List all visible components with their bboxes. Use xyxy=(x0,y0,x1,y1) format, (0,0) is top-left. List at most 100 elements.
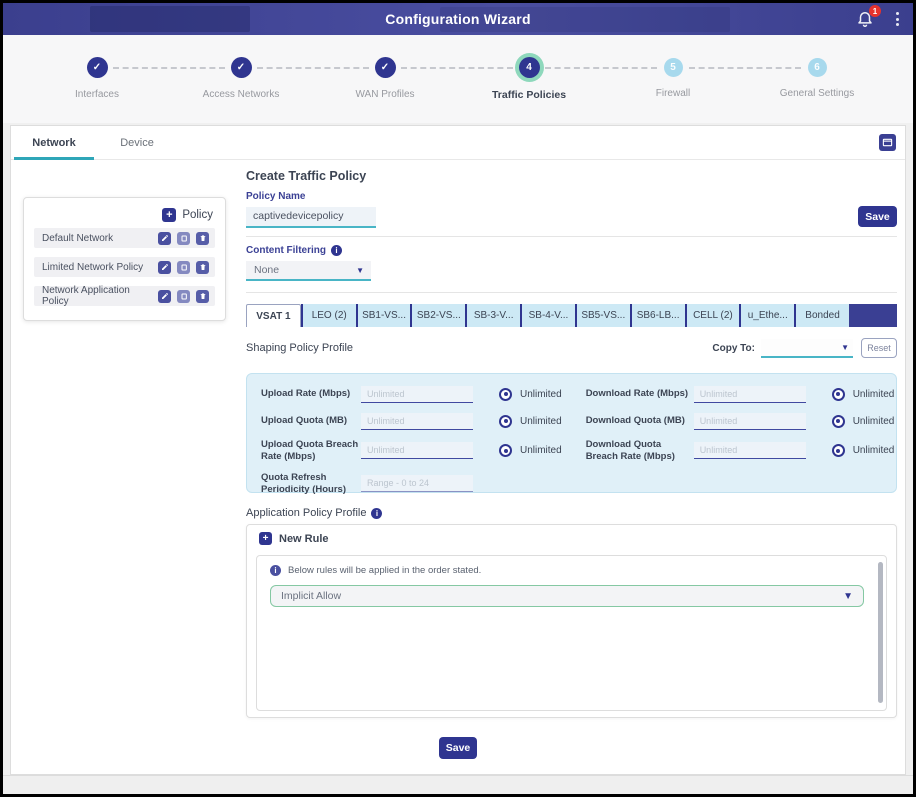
download-quota-input[interactable] xyxy=(694,413,806,430)
rules-list-container: i Below rules will be applied in the ord… xyxy=(256,555,887,711)
step-number: 6 xyxy=(808,58,827,77)
policy-name: Limited Network Policy xyxy=(42,262,143,273)
shaping-policy-panel: Upload Rate (Mbps) Unlimited Upload Quot… xyxy=(246,373,897,493)
redacted-logo-area xyxy=(90,6,250,32)
download-rate-input[interactable] xyxy=(694,386,806,403)
policy-row[interactable]: Network Application Policy xyxy=(34,286,215,306)
step-general-settings[interactable]: 6 General Settings xyxy=(742,57,892,99)
content-filtering-select[interactable]: None ▼ xyxy=(246,261,371,281)
add-policy-button[interactable]: + Policy xyxy=(34,206,215,228)
download-breach-label: Download Quota Breach Rate (Mbps) xyxy=(586,439,694,463)
step-check-icon: ✓ xyxy=(231,57,252,78)
radio-icon xyxy=(499,388,512,401)
info-icon[interactable]: i xyxy=(371,508,382,519)
page-footer-strip xyxy=(3,775,913,794)
wan-tab[interactable]: u_Ethe... xyxy=(739,304,794,327)
wan-tab[interactable]: SB2-VS... xyxy=(410,304,465,327)
delete-policy-button[interactable] xyxy=(196,261,209,274)
form-heading: Create Traffic Policy xyxy=(246,169,897,183)
wan-tab[interactable]: SB6-LB... xyxy=(630,304,685,327)
download-quota-label: Download Quota (MB) xyxy=(586,415,694,427)
wan-tab-overflow[interactable] xyxy=(849,304,897,327)
content-filtering-label: Content Filtering i xyxy=(246,245,897,256)
plus-icon: + xyxy=(162,208,176,222)
reset-button[interactable]: Reset xyxy=(861,338,897,358)
vertical-scrollbar[interactable] xyxy=(878,562,883,703)
policy-name: Default Network xyxy=(42,233,113,244)
step-label: Firewall xyxy=(598,88,748,99)
wan-tab[interactable]: LEO (2) xyxy=(301,304,356,327)
wan-tab[interactable]: VSAT 1 xyxy=(246,304,301,327)
copy-icon xyxy=(180,234,188,242)
download-breach-unlimited-radio[interactable]: Unlimited xyxy=(832,444,895,457)
trash-icon xyxy=(199,263,207,271)
download-rate-label: Download Rate (Mbps) xyxy=(586,388,694,400)
upload-breach-input[interactable] xyxy=(361,442,473,459)
tab-device[interactable]: Device xyxy=(97,126,177,159)
new-rule-label: New Rule xyxy=(279,533,329,545)
policy-row[interactable]: Limited Network Policy xyxy=(34,257,215,277)
radio-label: Unlimited xyxy=(520,389,562,400)
rule-select[interactable]: Implicit Allow ▼ xyxy=(270,585,864,607)
wizard-stepper: ✓ Interfaces ✓ Access Networks ✓ WAN Pro… xyxy=(3,35,913,123)
upload-breach-unlimited-radio[interactable]: Unlimited xyxy=(499,444,562,457)
copy-policy-button[interactable] xyxy=(177,261,190,274)
application-profile-title: Application Policy Profile i xyxy=(246,507,897,519)
app-header: Configuration Wizard 1 xyxy=(3,3,913,35)
create-policy-form: Create Traffic Policy Policy Name Save C… xyxy=(246,160,897,718)
notifications-button[interactable]: 1 xyxy=(856,9,876,29)
download-rate-unlimited-radio[interactable]: Unlimited xyxy=(832,388,895,401)
trash-icon xyxy=(199,234,207,242)
upload-quota-input[interactable] xyxy=(361,413,473,430)
info-icon[interactable]: i xyxy=(331,245,342,256)
new-rule-button[interactable]: + New Rule xyxy=(247,525,896,551)
policy-name-input[interactable] xyxy=(246,207,376,228)
kebab-menu-icon[interactable] xyxy=(892,10,903,28)
save-policy-button[interactable]: Save xyxy=(858,206,897,227)
step-label: Access Networks xyxy=(166,89,316,100)
step-traffic-policies[interactable]: 4 Traffic Policies xyxy=(454,57,604,101)
quota-refresh-label: Quota Refresh Periodicity (Hours) xyxy=(261,472,361,496)
save-page-button[interactable]: Save xyxy=(439,737,477,759)
step-number: 5 xyxy=(664,58,683,77)
wan-tab[interactable]: SB1-VS... xyxy=(356,304,411,327)
popout-panel-button[interactable] xyxy=(879,134,896,151)
radio-label: Unlimited xyxy=(853,416,895,427)
pencil-icon xyxy=(161,263,169,271)
shaping-profile-title: Shaping Policy Profile xyxy=(246,342,353,354)
divider xyxy=(246,292,897,293)
delete-policy-button[interactable] xyxy=(196,232,209,245)
copy-policy-button[interactable] xyxy=(177,232,190,245)
application-profile-text: Application Policy Profile xyxy=(246,507,366,519)
edit-policy-button[interactable] xyxy=(158,232,171,245)
wan-tab[interactable]: CELL (2) xyxy=(685,304,740,327)
step-access-networks[interactable]: ✓ Access Networks xyxy=(166,57,316,100)
main-panel: Network Device + Policy Default Network xyxy=(10,125,906,775)
copy-to-select[interactable]: ▼ xyxy=(761,339,853,358)
radio-label: Unlimited xyxy=(520,416,562,427)
chevron-down-icon: ▼ xyxy=(356,266,364,275)
edit-policy-button[interactable] xyxy=(158,261,171,274)
wan-tab[interactable]: SB5-VS... xyxy=(575,304,630,327)
delete-policy-button[interactable] xyxy=(196,290,209,303)
wan-tab[interactable]: SB-3-V... xyxy=(465,304,520,327)
wan-tab[interactable]: SB-4-V... xyxy=(520,304,575,327)
wan-tab-bar: VSAT 1 LEO (2) SB1-VS... SB2-VS... SB-3-… xyxy=(246,304,897,327)
download-breach-input[interactable] xyxy=(694,442,806,459)
policy-row[interactable]: Default Network xyxy=(34,228,215,248)
wan-tab[interactable]: Bonded xyxy=(794,304,849,327)
policy-name-label: Policy Name xyxy=(246,191,897,202)
edit-policy-button[interactable] xyxy=(158,290,171,303)
step-interfaces[interactable]: ✓ Interfaces xyxy=(22,57,172,100)
copy-policy-button[interactable] xyxy=(177,290,190,303)
download-quota-unlimited-radio[interactable]: Unlimited xyxy=(832,415,895,428)
step-firewall[interactable]: 5 Firewall xyxy=(598,57,748,99)
step-wan-profiles[interactable]: ✓ WAN Profiles xyxy=(310,57,460,100)
upload-rate-input[interactable] xyxy=(361,386,473,403)
plus-icon: + xyxy=(259,532,272,545)
upload-quota-unlimited-radio[interactable]: Unlimited xyxy=(499,415,562,428)
tab-network[interactable]: Network xyxy=(14,126,94,159)
upload-rate-unlimited-radio[interactable]: Unlimited xyxy=(499,388,562,401)
quota-refresh-input[interactable] xyxy=(361,475,473,492)
window-icon xyxy=(882,137,893,148)
